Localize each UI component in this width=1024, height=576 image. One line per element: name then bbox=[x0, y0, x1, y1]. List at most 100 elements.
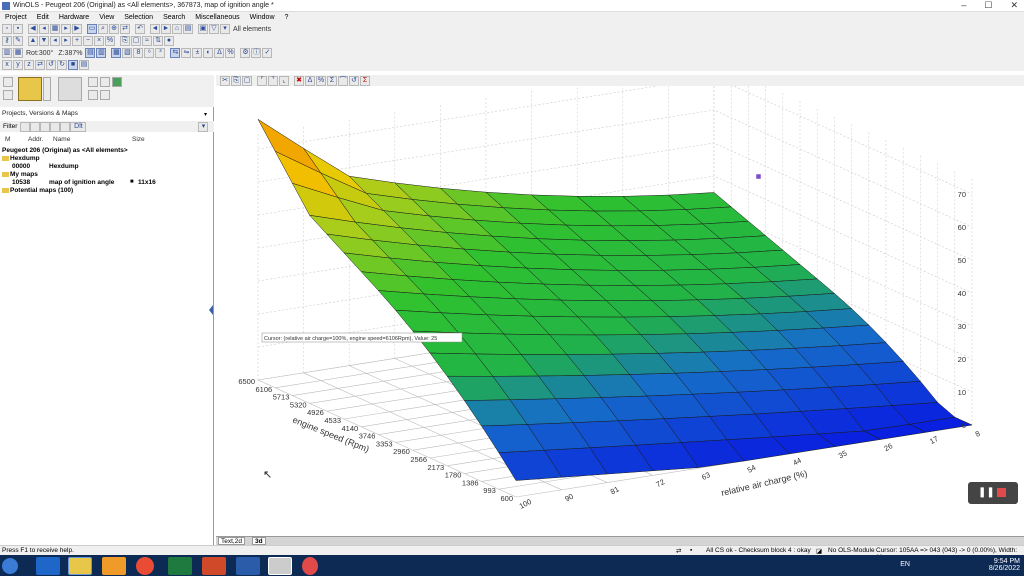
filter-dlt-button[interactable]: Dlt bbox=[70, 121, 87, 132]
all-elements-selector[interactable]: All elements bbox=[231, 26, 273, 33]
import-icon[interactable] bbox=[88, 77, 98, 87]
multiply-icon[interactable]: × bbox=[94, 36, 104, 46]
dropdown-arrow-icon[interactable]: ▾ bbox=[220, 24, 230, 34]
axis-y-icon[interactable]: y bbox=[13, 60, 23, 70]
axis-x-icon[interactable]: x bbox=[2, 60, 12, 70]
menu-help[interactable]: ? bbox=[280, 14, 294, 21]
chrome-icon[interactable] bbox=[136, 557, 154, 575]
minus-icon[interactable]: − bbox=[83, 36, 93, 46]
key-icon[interactable]: ⚷ bbox=[2, 36, 12, 46]
rot-right-icon[interactable]: ↻ bbox=[57, 60, 67, 70]
recorder-icon[interactable] bbox=[302, 557, 318, 575]
paste-map-icon[interactable]: ▢ bbox=[242, 75, 252, 86]
maximize-button[interactable]: ☐ bbox=[984, 0, 992, 11]
bookmark-icon[interactable]: ▣ bbox=[198, 24, 208, 34]
percent-map-icon[interactable]: % bbox=[316, 75, 326, 86]
tree-hexdump-folder[interactable]: Hexdump bbox=[2, 155, 40, 162]
open-icon[interactable]: ▪ bbox=[13, 24, 23, 34]
percent-view-icon[interactable]: % bbox=[225, 48, 236, 58]
pause-icon[interactable]: ❚❚ bbox=[978, 487, 995, 498]
reset-icon[interactable]: ↺ bbox=[349, 75, 359, 86]
folder-disabled-icon[interactable] bbox=[58, 77, 82, 101]
last-map-icon[interactable]: ▶ bbox=[72, 24, 82, 34]
up-icon[interactable]: ▲ bbox=[28, 36, 38, 46]
explorer-icon[interactable] bbox=[68, 557, 92, 575]
surface-icon[interactable]: ■ bbox=[68, 60, 78, 70]
tab-3d[interactable]: 3d bbox=[252, 537, 266, 545]
menu-edit[interactable]: Edit bbox=[32, 14, 54, 21]
bits-32-icon[interactable]: ³ bbox=[155, 48, 166, 58]
cut-icon[interactable]: ✂ bbox=[220, 75, 230, 86]
new-file-icon[interactable] bbox=[3, 77, 13, 87]
menu-search[interactable]: Search bbox=[158, 14, 190, 21]
open-folder-icon[interactable] bbox=[18, 77, 42, 101]
table-icon[interactable]: ▦ bbox=[13, 48, 23, 58]
map-3d-view[interactable]: 70 60 50 40 30 20 10 0 6500 6106 5713 5320 4926 4533… bbox=[216, 60, 1024, 538]
new-project-icon[interactable]: ▫ bbox=[2, 24, 12, 34]
view-3d-icon[interactable]: ▥ bbox=[96, 48, 107, 58]
grid-icon[interactable]: ▦ bbox=[50, 24, 60, 34]
menu-selection[interactable]: Selection bbox=[119, 14, 158, 21]
home-icon[interactable]: ⌂ bbox=[172, 24, 182, 34]
plus-icon[interactable]: + bbox=[72, 36, 82, 46]
props-icon[interactable] bbox=[88, 90, 98, 100]
stop-icon[interactable] bbox=[997, 488, 1006, 497]
signed-icon[interactable]: ± bbox=[192, 48, 203, 58]
rotation-readout[interactable]: Rot:300° bbox=[24, 50, 55, 57]
down-icon[interactable]: ▼ bbox=[39, 36, 49, 46]
back-icon[interactable]: ◄ bbox=[150, 24, 160, 34]
zoom-icon[interactable]: ⊕ bbox=[109, 24, 119, 34]
export-icon[interactable] bbox=[100, 77, 110, 87]
smooth-icon[interactable]: ≈ bbox=[142, 36, 152, 46]
percent-icon[interactable]: % bbox=[105, 36, 115, 46]
print-icon[interactable]: ▤ bbox=[183, 24, 193, 34]
filter-icon[interactable]: ▽ bbox=[209, 24, 219, 34]
invert-icon[interactable]: ⇅ bbox=[153, 36, 163, 46]
select-col-icon[interactable]: ⌞ bbox=[279, 75, 289, 86]
bits-16-icon[interactable]: ⁶ bbox=[144, 48, 155, 58]
copy-icon[interactable]: ⎘ bbox=[120, 36, 130, 46]
filter-btn-1-icon[interactable] bbox=[20, 121, 31, 132]
dec-icon[interactable]: ▧ bbox=[122, 48, 133, 58]
filter-btn-3-icon[interactable] bbox=[40, 121, 51, 132]
original-icon[interactable]: ◐ bbox=[203, 48, 214, 58]
language-indicator[interactable]: EN bbox=[900, 561, 910, 568]
menu-view[interactable]: View bbox=[94, 14, 119, 21]
menu-miscellaneous[interactable]: Miscellaneous bbox=[190, 14, 244, 21]
view-2d-icon[interactable]: ▤ bbox=[85, 48, 96, 58]
delta-icon[interactable]: Δ bbox=[305, 75, 315, 86]
axis-z-icon[interactable]: z bbox=[24, 60, 34, 70]
tree-map-item[interactable]: 10538 map of ignition angle ■ 11x16 bbox=[12, 179, 202, 186]
zoom-readout[interactable]: Z:387% bbox=[56, 50, 84, 57]
wireframe-icon[interactable]: ▤ bbox=[79, 60, 89, 70]
tree-potential-folder[interactable]: Potential maps (100) bbox=[2, 187, 73, 194]
surface-plot[interactable]: 706050403020100 650061065713532049264533… bbox=[216, 60, 1024, 538]
find-icon[interactable]: ⌕ bbox=[98, 24, 108, 34]
wrench-icon[interactable]: ✎ bbox=[13, 36, 23, 46]
excel-icon[interactable] bbox=[168, 557, 192, 575]
windows-start-icon[interactable] bbox=[2, 558, 18, 574]
minimize-button[interactable]: – bbox=[961, 0, 966, 11]
menu-window[interactable]: Window bbox=[245, 14, 280, 21]
sum-icon[interactable]: Σ bbox=[327, 75, 337, 86]
close-button[interactable]: ✕ bbox=[1010, 0, 1018, 11]
menu-project[interactable]: Project bbox=[0, 14, 32, 21]
tree-mymaps-folder[interactable]: My maps bbox=[2, 171, 38, 178]
window-icon[interactable] bbox=[100, 90, 110, 100]
tree-project[interactable]: Peugeot 206 (Original) as <All elements> bbox=[2, 147, 128, 154]
projects-dropdown-icon[interactable]: ▾ bbox=[204, 111, 207, 118]
filter-btn-2-icon[interactable] bbox=[30, 121, 41, 132]
filter-dropdown-icon[interactable]: ▾ bbox=[198, 121, 209, 132]
panel-splitter[interactable] bbox=[209, 300, 214, 320]
winols-task-icon[interactable] bbox=[268, 557, 292, 575]
swap-icon[interactable]: ⇄ bbox=[35, 60, 45, 70]
powerpoint-icon[interactable] bbox=[202, 557, 226, 575]
col-size[interactable]: Size bbox=[132, 136, 145, 143]
mark-icon[interactable]: ● bbox=[164, 36, 174, 46]
paste-icon[interactable]: ▢ bbox=[131, 36, 141, 46]
ie-icon[interactable] bbox=[36, 557, 60, 575]
first-map-icon[interactable]: ◀ bbox=[28, 24, 38, 34]
tree-hexdump-item[interactable]: 00000 Hexdump bbox=[12, 163, 79, 170]
left-icon[interactable]: ◂ bbox=[50, 36, 60, 46]
compare-red-icon[interactable]: Σ bbox=[360, 75, 370, 86]
